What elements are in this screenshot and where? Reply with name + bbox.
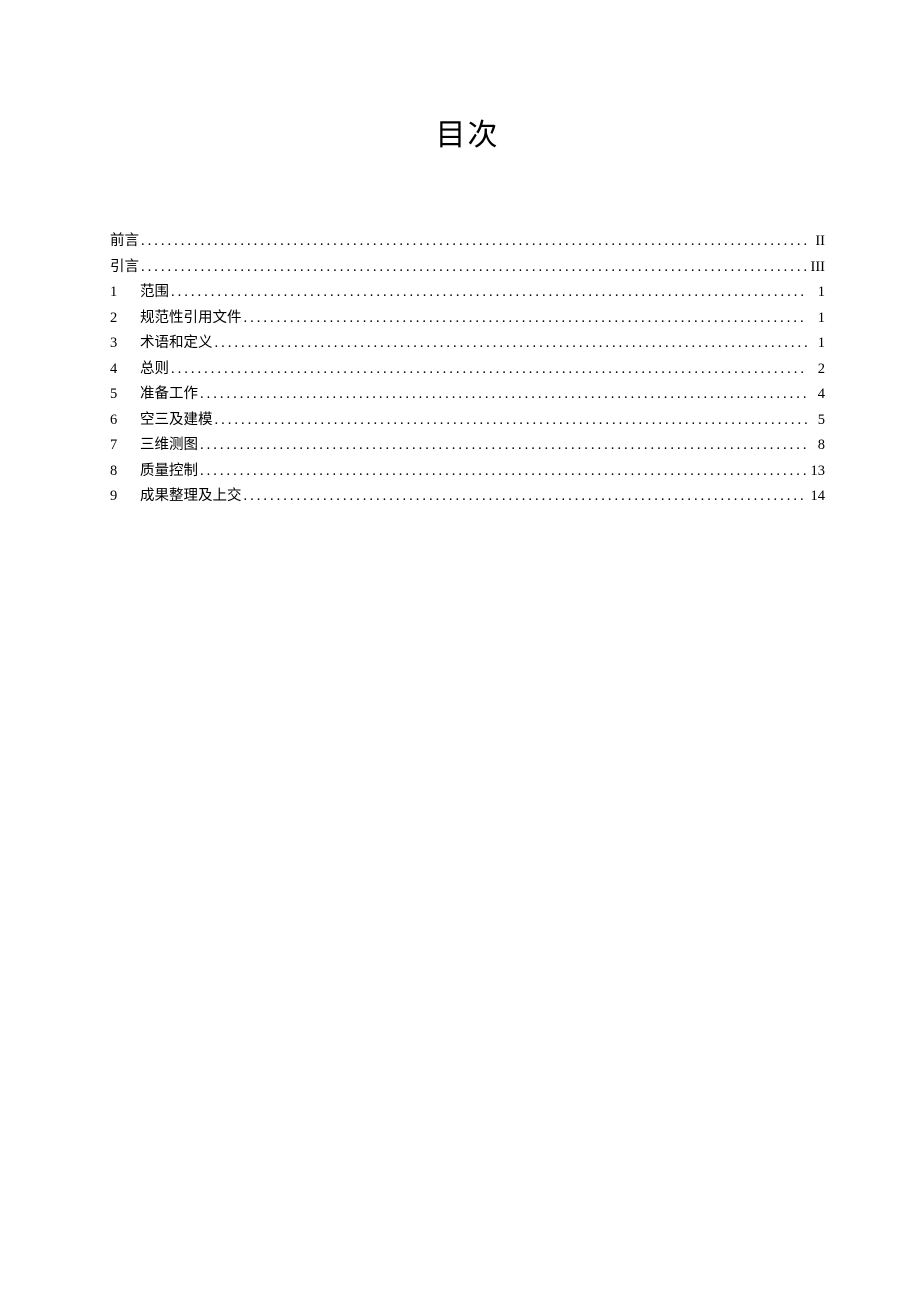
toc-entry-leader bbox=[139, 229, 807, 255]
toc-entry-number: 4 bbox=[110, 357, 140, 383]
toc-entry-page: 14 bbox=[807, 484, 825, 510]
toc-entry-label: 范围 bbox=[140, 280, 169, 306]
toc-entry-label: 准备工作 bbox=[140, 382, 198, 408]
toc-row: 4总则 2 bbox=[110, 357, 825, 383]
toc-entry-label: 成果整理及上交 bbox=[140, 484, 242, 510]
toc-entry-page: 13 bbox=[807, 459, 825, 485]
toc-entry-number: 1 bbox=[110, 280, 140, 306]
toc-entry-number: 5 bbox=[110, 382, 140, 408]
toc-row: 3术语和定义 1 bbox=[110, 331, 825, 357]
toc-entry-label: 三维测图 bbox=[140, 433, 198, 459]
toc-entry-leader bbox=[139, 255, 807, 281]
toc-row: 8质量控制 13 bbox=[110, 459, 825, 485]
toc-entry-label: 空三及建模 bbox=[140, 408, 213, 434]
toc-row: 前言 II bbox=[110, 229, 825, 255]
toc-entry-number: 3 bbox=[110, 331, 140, 357]
toc-entry-label: 质量控制 bbox=[140, 459, 198, 485]
toc-entry-page: III bbox=[807, 255, 825, 281]
toc-entry-leader bbox=[198, 459, 807, 485]
toc-entry-page: 8 bbox=[807, 433, 825, 459]
toc-entry-label: 规范性引用文件 bbox=[140, 306, 242, 332]
toc-entry-page: 5 bbox=[807, 408, 825, 434]
toc-entry-leader bbox=[242, 484, 808, 510]
toc-entry-number: 8 bbox=[110, 459, 140, 485]
toc-row: 5准备工作 4 bbox=[110, 382, 825, 408]
toc-row: 6空三及建模 5 bbox=[110, 408, 825, 434]
toc-entry-number: 9 bbox=[110, 484, 140, 510]
toc-row: 2规范性引用文件 1 bbox=[110, 306, 825, 332]
toc-entry-leader bbox=[169, 280, 807, 306]
toc-entry-label: 引言 bbox=[110, 255, 139, 281]
toc-entry-number: 6 bbox=[110, 408, 140, 434]
toc-row: 7三维测图 8 bbox=[110, 433, 825, 459]
toc-entry-number: 2 bbox=[110, 306, 140, 332]
toc-row: 1范围1 bbox=[110, 280, 825, 306]
toc-entry-leader bbox=[213, 408, 808, 434]
toc-entry-page: 4 bbox=[807, 382, 825, 408]
toc-entry-leader bbox=[198, 433, 807, 459]
toc-entry-page: 1 bbox=[807, 280, 825, 306]
toc-row: 引言 III bbox=[110, 255, 825, 281]
toc-list: 前言II引言III1范围12规范性引用文件13术语和定义14总则25准备工作46… bbox=[110, 229, 825, 510]
toc-entry-number: 7 bbox=[110, 433, 140, 459]
toc-entry-page: II bbox=[807, 229, 825, 255]
toc-entry-leader bbox=[198, 382, 807, 408]
toc-entry-label: 总则 bbox=[140, 357, 169, 383]
toc-entry-page: 1 bbox=[807, 331, 825, 357]
toc-entry-leader bbox=[213, 331, 808, 357]
toc-title: 目次 bbox=[110, 110, 825, 154]
toc-entry-label: 前言 bbox=[110, 229, 139, 255]
toc-row: 9成果整理及上交 14 bbox=[110, 484, 825, 510]
toc-entry-page: 1 bbox=[807, 306, 825, 332]
toc-entry-page: 2 bbox=[807, 357, 825, 383]
toc-entry-leader bbox=[169, 357, 807, 383]
toc-entry-label: 术语和定义 bbox=[140, 331, 213, 357]
toc-entry-leader bbox=[242, 306, 808, 332]
